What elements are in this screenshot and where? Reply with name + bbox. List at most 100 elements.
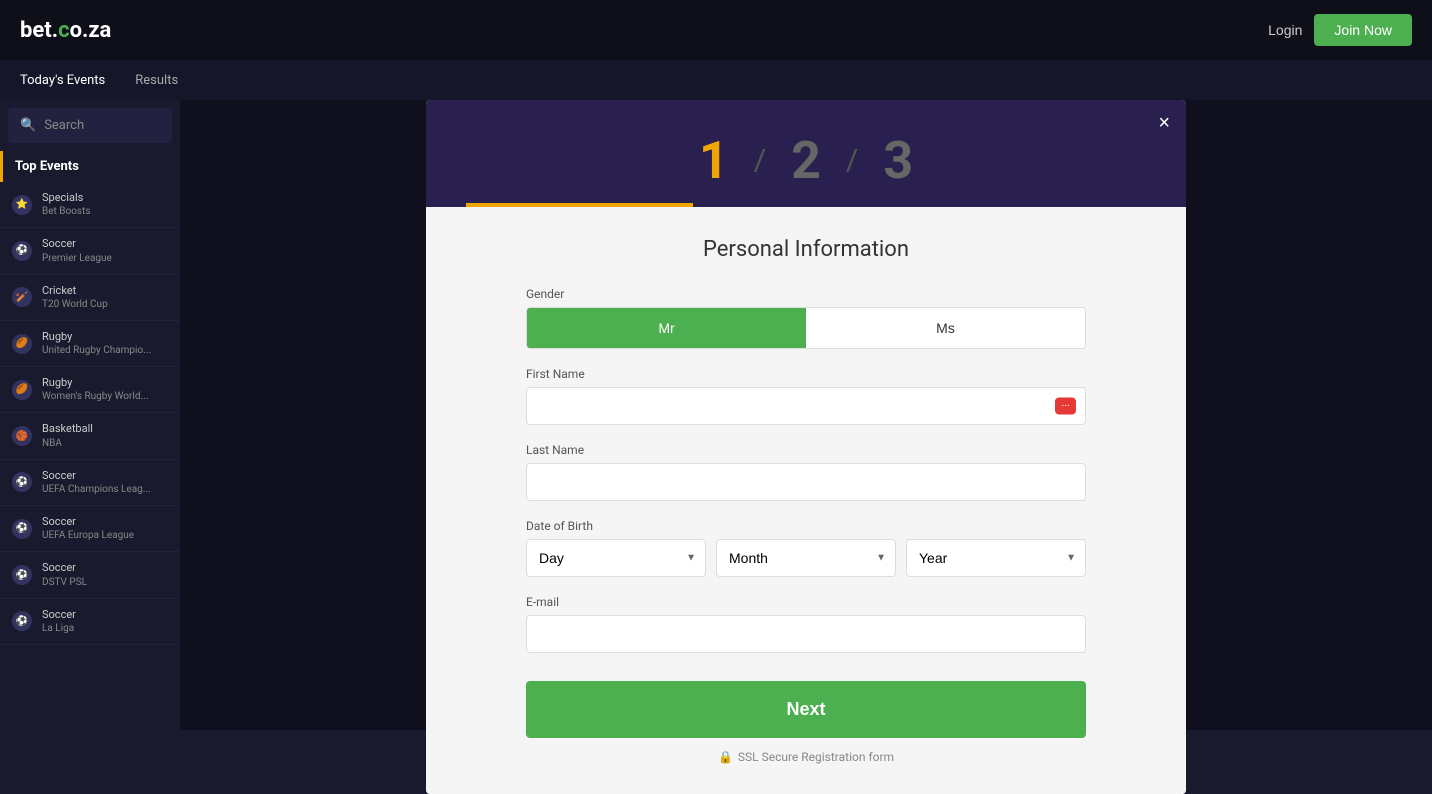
close-button[interactable]: × — [1158, 112, 1170, 135]
content-area: × 1 / 2 / 3 Persona — [180, 100, 1432, 730]
sidebar-soccer-pl-sport: Soccer — [42, 237, 112, 251]
step-bar-1 — [466, 203, 693, 207]
logo: bet.co.za — [20, 18, 111, 43]
last-name-input[interactable] — [526, 463, 1086, 501]
top-bar-right: Login Join Now — [1268, 14, 1412, 46]
top-events-header: Top Events — [0, 151, 180, 182]
day-select-wrapper: Day — [526, 539, 706, 577]
sidebar-soccer-laliga-sport: Soccer — [42, 608, 76, 622]
rugby-urc-icon: 🏉 — [12, 334, 32, 354]
steps-indicator: 1 / 2 / 3 — [466, 130, 1146, 191]
modal-title: Personal Information — [526, 237, 1086, 262]
sidebar-item-specials[interactable]: ⭐ Specials Bet Boosts — [0, 182, 180, 228]
gender-ms-button[interactable]: Ms — [806, 308, 1085, 348]
email-label: E-mail — [526, 595, 1086, 609]
month-select[interactable]: Month — [716, 539, 896, 577]
step-progress-bar — [466, 203, 1146, 207]
sidebar-soccer-uel-sport: Soccer — [42, 515, 134, 529]
nav-bar: Today's Events Results — [0, 60, 1432, 100]
sidebar: 🔍 Search Top Events ⭐ Specials Bet Boost… — [0, 100, 180, 730]
sidebar-specials-sub: Bet Boosts — [42, 205, 91, 218]
sidebar-soccer-ucl-sport: Soccer — [42, 469, 151, 483]
first-name-group: First Name ··· — [526, 367, 1086, 425]
year-select-wrapper: Year — [906, 539, 1086, 577]
modal-body: Personal Information Gender Mr Ms First … — [426, 207, 1186, 794]
sidebar-soccer-laliga-sub: La Liga — [42, 622, 76, 635]
top-bar: bet.co.za Login Join Now — [0, 0, 1432, 60]
soccer-laliga-icon: ⚽ — [12, 611, 32, 631]
sidebar-item-rugby-womens[interactable]: 🏉 Rugby Women's Rugby World... — [0, 367, 180, 413]
sidebar-basketball-sport: Basketball — [42, 422, 93, 436]
nav-results[interactable]: Results — [135, 73, 178, 88]
sidebar-rugby-urc-sub: United Rugby Champio... — [42, 344, 151, 357]
sidebar-basketball-sub: NBA — [42, 437, 93, 450]
sidebar-item-rugby-urc[interactable]: 🏉 Rugby United Rugby Champio... — [0, 321, 180, 367]
modal-header: × 1 / 2 / 3 — [426, 100, 1186, 207]
gender-label: Gender — [526, 287, 1086, 301]
first-name-wrapper: ··· — [526, 387, 1086, 425]
ssl-notice: 🔒 SSL Secure Registration form — [526, 750, 1086, 764]
soccer-pl-icon: ⚽ — [12, 241, 32, 261]
sidebar-rugby-womens-sport: Rugby — [42, 376, 148, 390]
sidebar-soccer-pl-sub: Premier League — [42, 252, 112, 265]
sidebar-rugby-womens-sub: Women's Rugby World... — [42, 390, 148, 403]
last-name-wrapper — [526, 463, 1086, 501]
rugby-womens-icon: 🏉 — [12, 380, 32, 400]
step-3-number: 3 — [863, 130, 933, 191]
sidebar-cricket-sub: T20 World Cup — [42, 298, 108, 311]
email-input[interactable] — [526, 615, 1086, 653]
sidebar-soccer-dstv-sport: Soccer — [42, 561, 87, 575]
next-button[interactable]: Next — [526, 681, 1086, 738]
login-button[interactable]: Login — [1268, 22, 1302, 38]
last-name-group: Last Name — [526, 443, 1086, 501]
search-label: Search — [44, 118, 84, 133]
month-select-wrapper: Month — [716, 539, 896, 577]
step-bar-3 — [919, 203, 1146, 207]
sidebar-item-soccer-dstv[interactable]: ⚽ Soccer DSTV PSL — [0, 552, 180, 598]
first-name-input[interactable] — [526, 387, 1086, 425]
search-box[interactable]: 🔍 Search — [8, 108, 172, 143]
gender-buttons: Mr Ms — [526, 307, 1086, 349]
specials-icon: ⭐ — [12, 195, 32, 215]
step-1-number: 1 — [679, 130, 749, 191]
sidebar-specials-sport: Specials — [42, 191, 91, 205]
basketball-icon: 🏀 — [12, 426, 32, 446]
step-bar-2 — [693, 203, 920, 207]
gender-group: Gender Mr Ms — [526, 287, 1086, 349]
sidebar-soccer-ucl-sub: UEFA Champions Leag... — [42, 483, 151, 496]
join-button[interactable]: Join Now — [1314, 14, 1412, 46]
sidebar-item-soccer-pl[interactable]: ⚽ Soccer Premier League — [0, 228, 180, 274]
sidebar-soccer-uel-sub: UEFA Europa League — [42, 529, 134, 542]
modal-overlay: × 1 / 2 / 3 Persona — [180, 100, 1432, 730]
dob-label: Date of Birth — [526, 519, 1086, 533]
day-select[interactable]: Day — [526, 539, 706, 577]
first-name-error-icon: ··· — [1055, 398, 1076, 415]
sidebar-soccer-dstv-sub: DSTV PSL — [42, 576, 87, 589]
soccer-uel-icon: ⚽ — [12, 519, 32, 539]
registration-modal: × 1 / 2 / 3 Persona — [426, 100, 1186, 794]
step-2-number: 2 — [771, 130, 841, 191]
email-group: E-mail — [526, 595, 1086, 653]
search-icon: 🔍 — [20, 118, 36, 133]
sidebar-rugby-urc-sport: Rugby — [42, 330, 151, 344]
dob-selects: Day Month Year — [526, 539, 1086, 577]
ssl-text: SSL Secure Registration form — [738, 750, 894, 764]
sidebar-item-soccer-ucl[interactable]: ⚽ Soccer UEFA Champions Leag... — [0, 460, 180, 506]
sidebar-item-basketball[interactable]: 🏀 Basketball NBA — [0, 413, 180, 459]
step-divider-2: / — [846, 143, 858, 178]
nav-today-events[interactable]: Today's Events — [20, 73, 105, 88]
cricket-icon: 🏏 — [12, 287, 32, 307]
gender-mr-button[interactable]: Mr — [527, 308, 806, 348]
step-divider-1: / — [754, 143, 766, 178]
lock-icon: 🔒 — [718, 750, 733, 764]
sidebar-item-soccer-uel[interactable]: ⚽ Soccer UEFA Europa League — [0, 506, 180, 552]
sidebar-cricket-sport: Cricket — [42, 284, 108, 298]
sidebar-item-cricket[interactable]: 🏏 Cricket T20 World Cup — [0, 275, 180, 321]
soccer-dstv-icon: ⚽ — [12, 565, 32, 585]
sidebar-item-soccer-laliga[interactable]: ⚽ Soccer La Liga — [0, 599, 180, 645]
soccer-ucl-icon: ⚽ — [12, 472, 32, 492]
year-select[interactable]: Year — [906, 539, 1086, 577]
last-name-label: Last Name — [526, 443, 1086, 457]
first-name-label: First Name — [526, 367, 1086, 381]
main-layout: 🔍 Search Top Events ⭐ Specials Bet Boost… — [0, 100, 1432, 730]
